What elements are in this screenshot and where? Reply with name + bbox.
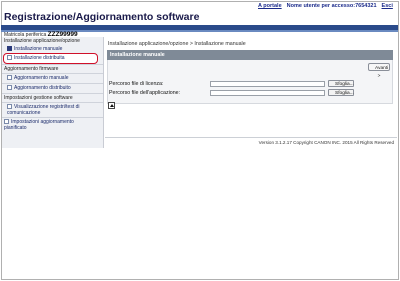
section-title: Installazione manuale bbox=[107, 50, 393, 60]
sidebar-item-label: Installazione manuale bbox=[14, 46, 63, 52]
sidebar-item-label: Visualizzazione registri/test di comunic… bbox=[7, 104, 80, 116]
sidebar-item-scheduled-update[interactable]: Impostazioni aggiornamento pianificato bbox=[4, 119, 84, 131]
license-path-label: Percorso file di licenza: bbox=[109, 81, 164, 87]
sidebar-item-label: Installazione distribuita bbox=[14, 55, 65, 61]
app-path-label: Percorso file dell'applicazione: bbox=[109, 90, 181, 96]
sidebar-item-label: Aggiornamento manuale bbox=[14, 75, 69, 81]
sidebar-item-label: Aggiornamento distribuito bbox=[14, 85, 71, 91]
app-browse-button[interactable]: Sfoglia... bbox=[328, 89, 354, 96]
breadcrumb: Installazione applicazione/opzione > Ins… bbox=[108, 41, 246, 47]
bullet-icon bbox=[7, 55, 12, 61]
sidebar-item-logs[interactable]: Visualizzazione registri/test di comunic… bbox=[7, 104, 87, 116]
next-button[interactable]: Avanti > bbox=[368, 63, 390, 79]
top-links: A portale Nome utente per accesso:765432… bbox=[258, 2, 393, 10]
sidebar-category-installation: Installazione applicazione/opzione bbox=[4, 38, 80, 44]
sidebar: Installazione applicazione/opzione Insta… bbox=[2, 37, 104, 148]
bullet-icon bbox=[7, 104, 12, 110]
sidebar-item-distributed-install[interactable]: Installazione distribuita bbox=[7, 55, 65, 61]
license-browse-button[interactable]: Sfoglia... bbox=[328, 80, 354, 87]
page-title: Registrazione/Aggiornamento software bbox=[4, 11, 200, 23]
user-label: Nome utente per accesso: bbox=[286, 3, 356, 9]
scroll-top-icon[interactable] bbox=[108, 102, 115, 109]
version-text: Version 3.1.2.17 Copyright CANON INC. 20… bbox=[258, 140, 394, 145]
license-path-input[interactable] bbox=[210, 81, 325, 87]
sidebar-category-firmware: Aggiornamento firmware bbox=[4, 66, 59, 72]
user-value: 7654321 bbox=[355, 3, 377, 9]
sidebar-item-distributed-update[interactable]: Aggiornamento distribuito bbox=[7, 85, 71, 91]
app-path-input[interactable] bbox=[210, 90, 325, 96]
sidebar-item-manual-update[interactable]: Aggiornamento manuale bbox=[7, 75, 68, 81]
bullet-icon bbox=[4, 119, 9, 125]
logout-link[interactable]: Esci bbox=[382, 2, 393, 10]
sidebar-category-software-mgmt: Impostazioni gestione software bbox=[4, 95, 73, 101]
bullet-icon bbox=[7, 85, 12, 91]
bullet-icon bbox=[7, 75, 12, 81]
sidebar-item-manual-install[interactable]: Installazione manuale bbox=[7, 46, 62, 52]
portal-link[interactable]: A portale bbox=[258, 2, 282, 10]
footer-divider bbox=[105, 137, 397, 138]
selected-bullet-icon bbox=[7, 46, 12, 52]
sidebar-item-label: Impostazioni aggiornamento pianificato bbox=[4, 119, 74, 131]
